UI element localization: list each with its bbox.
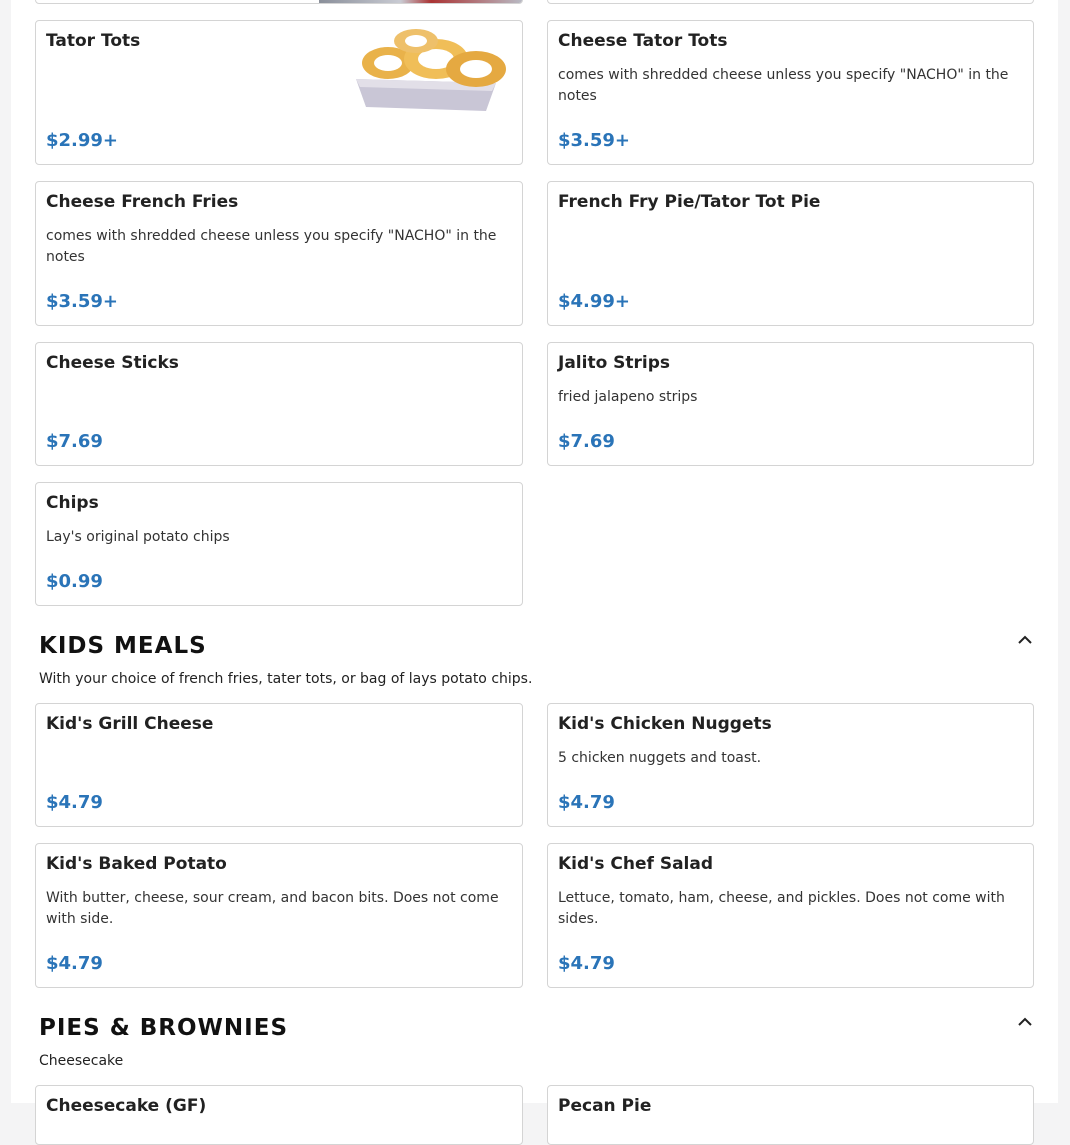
item-price: $7.69 [558,431,615,452]
item-description: Lettuce, tomato, ham, cheese, and pickle… [558,890,1005,927]
item-name: Jalito Strips [558,353,671,373]
tator-tots-photo [336,21,516,113]
item-price: $4.79 [558,953,615,974]
item-name: Chips [46,493,99,513]
item-description: fried jalapeno strips [558,389,698,405]
item-price: $7.69 [46,431,103,452]
menu-item-cheesecake[interactable]: Cheesecake (GF) [35,1085,523,1145]
item-price: $4.79 [46,792,103,813]
menu-item-chips[interactable]: Chips Lay's original potato chips $0.99 [35,482,523,606]
item-price: $4.79 [46,953,103,974]
item-name: Kid's Chef Salad [558,854,714,874]
menu-item-french-fry-pie[interactable]: French Fry Pie/Tator Tot Pie $4.99+ [547,181,1034,326]
section-subtitle-kids-meals: With your choice of french fries, tater … [39,671,533,687]
item-description: comes with shredded cheese unless you sp… [46,228,497,265]
item-price: $0.99 [46,571,103,592]
item-name: Kid's Grill Cheese [46,714,214,734]
menu-item-cheese-tator-tots[interactable]: Cheese Tator Tots comes with shredded ch… [547,20,1034,165]
item-name: Cheesecake (GF) [46,1096,207,1116]
item-description: Lay's original potato chips [46,529,230,545]
item-name: Tator Tots [46,31,141,51]
menu-item-kids-baked-potato[interactable]: Kid's Baked Potato With butter, cheese, … [35,843,523,988]
menu-item-card[interactable] [547,0,1034,4]
section-title-kids-meals: KIDS MEALS [39,633,207,659]
food-photo [319,0,522,3]
item-name: Kid's Baked Potato [46,854,227,874]
section-title-pies-brownies: PIES & BROWNIES [39,1015,289,1041]
chevron-up-icon[interactable] [1015,1012,1035,1032]
chevron-up-icon[interactable] [1015,630,1035,650]
item-price: $3.59+ [46,291,119,312]
item-price: $3.59+ [558,130,631,151]
menu-item-card[interactable] [35,0,523,4]
item-description: 5 chicken nuggets and toast. [558,750,762,766]
item-name: Cheese Sticks [46,353,179,373]
item-description: comes with shredded cheese unless you sp… [558,67,1009,104]
item-name: Kid's Chicken Nuggets [558,714,772,734]
item-name: French Fry Pie/Tator Tot Pie [558,192,821,212]
menu-item-jalito-strips[interactable]: Jalito Strips fried jalapeno strips $7.6… [547,342,1034,466]
item-name: Pecan Pie [558,1096,652,1116]
item-name: Cheese Tator Tots [558,31,728,51]
menu-item-kids-chef-salad[interactable]: Kid's Chef Salad Lettuce, tomato, ham, c… [547,843,1034,988]
menu-page: Tator Tots $2.99+ Cheese Tator Tots come… [11,0,1058,1145]
item-price: $2.99+ [46,130,119,151]
item-name: Cheese French Fries [46,192,239,212]
menu-item-cheese-french-fries[interactable]: Cheese French Fries comes with shredded … [35,181,523,326]
item-price: $4.99+ [558,291,631,312]
section-subtitle-pies-brownies: Cheesecake [39,1053,124,1069]
menu-item-pecan-pie[interactable]: Pecan Pie [547,1085,1034,1145]
menu-item-kids-chicken-nuggets[interactable]: Kid's Chicken Nuggets 5 chicken nuggets … [547,703,1034,827]
menu-item-tator-tots[interactable]: Tator Tots $2.99+ [35,20,523,165]
item-price: $4.79 [558,792,615,813]
menu-item-cheese-sticks[interactable]: Cheese Sticks $7.69 [35,342,523,466]
menu-item-kids-grill-cheese[interactable]: Kid's Grill Cheese $4.79 [35,703,523,827]
item-description: With butter, cheese, sour cream, and bac… [46,890,499,927]
